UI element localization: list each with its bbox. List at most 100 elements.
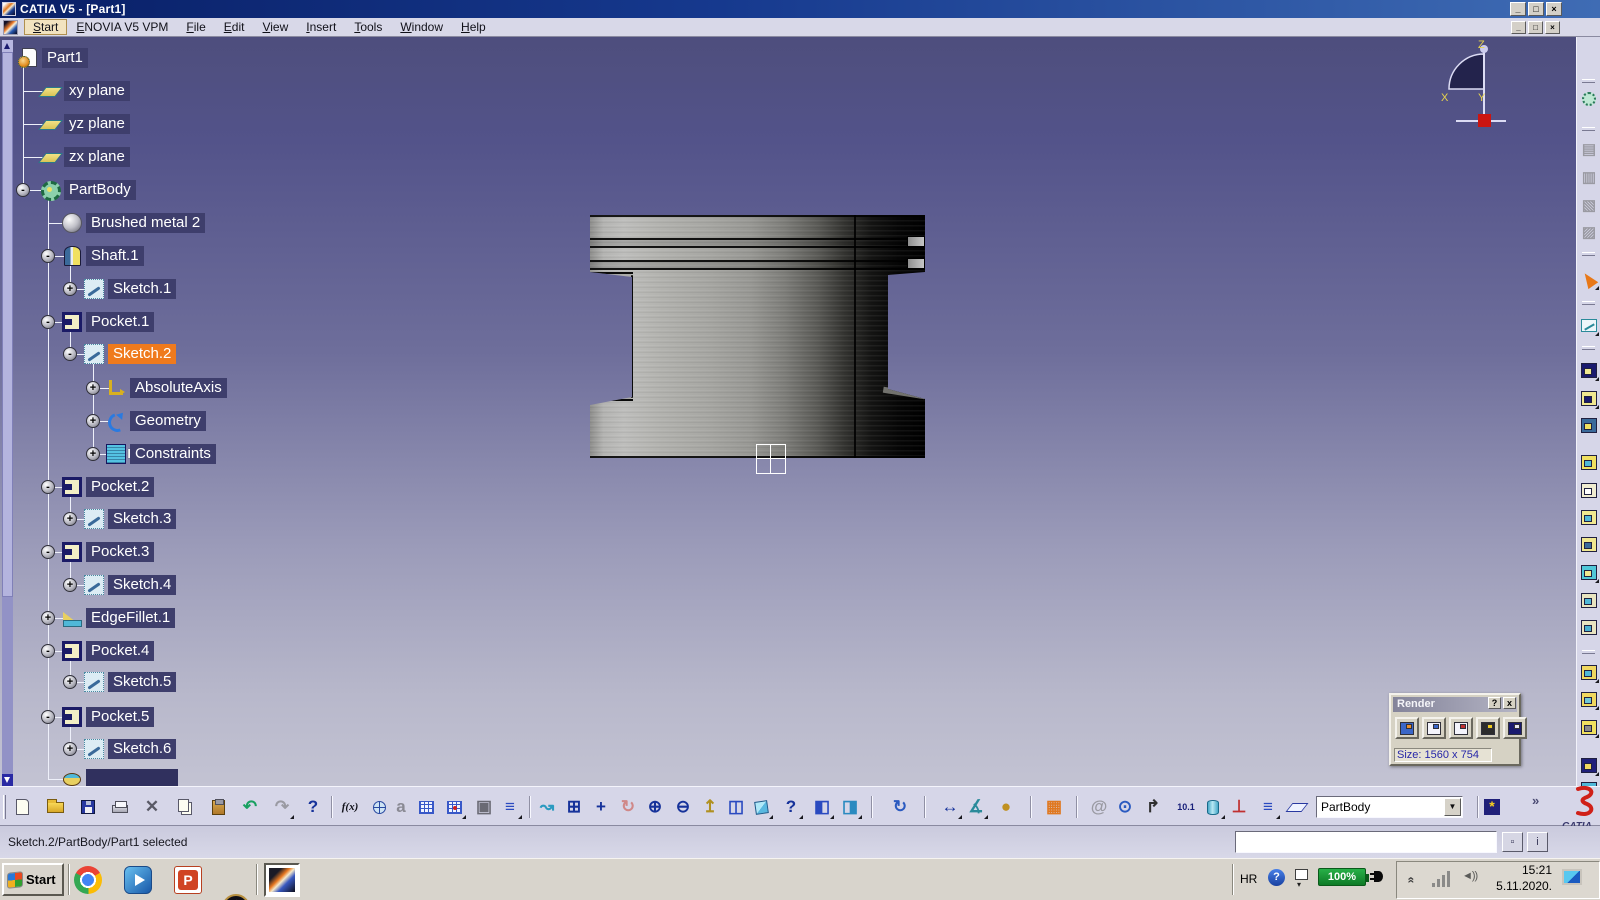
sections-icon[interactable]: ≡ <box>1255 794 1281 820</box>
menu-view[interactable]: View <box>253 19 297 35</box>
iso-view-icon[interactable] <box>748 794 774 820</box>
chamfer-icon[interactable] <box>1578 687 1600 711</box>
tree-item-label[interactable] <box>86 769 178 786</box>
shell-icon[interactable] <box>1578 560 1600 584</box>
tree-item-label[interactable]: Pocket.3 <box>86 542 154 562</box>
minimize-button[interactable]: _ <box>1510 2 1526 16</box>
pocket-icon[interactable] <box>1578 386 1600 410</box>
tree-item-label[interactable]: Brushed metal 2 <box>86 213 205 233</box>
look-at-icon[interactable]: ? <box>778 794 804 820</box>
zoom-in-icon[interactable]: ⊕ <box>642 794 668 820</box>
quicklaunch-powerpoint-icon[interactable]: P <box>174 866 202 894</box>
select-arrow-icon[interactable] <box>1578 267 1600 291</box>
pocket-icon[interactable] <box>62 312 82 332</box>
cylinder-icon[interactable] <box>1200 794 1226 820</box>
shaft-icon[interactable] <box>62 246 82 266</box>
child-minimize-button[interactable]: _ <box>1511 21 1526 34</box>
piston-model[interactable] <box>590 215 925 458</box>
view-compass[interactable]: Z X Y <box>1438 39 1508 131</box>
menu-start[interactable]: Start <box>24 19 67 35</box>
toolbar-drag-handle[interactable] <box>1582 79 1595 83</box>
close-button[interactable]: × <box>1546 2 1562 16</box>
compass-origin[interactable] <box>1478 114 1491 127</box>
multi-view-icon[interactable]: ◫ <box>723 794 749 820</box>
paste-special-2-icon[interactable]: ▥ <box>1578 165 1600 189</box>
axis-icon[interactable] <box>106 380 126 400</box>
toolbar-drag-handle[interactable] <box>1582 301 1595 305</box>
sketch-icon[interactable] <box>84 279 104 299</box>
window-tray-icon[interactable] <box>1295 869 1308 880</box>
sketcher-icon[interactable] <box>1578 313 1600 337</box>
sketch-icon[interactable] <box>84 739 104 759</box>
toolbar-drag-handle[interactable] <box>1582 650 1595 654</box>
open-icon[interactable] <box>42 794 68 820</box>
menu-enovia-v5-vpm[interactable]: ENOVIA V5 VPM <box>67 19 177 35</box>
groove-icon[interactable] <box>62 769 82 786</box>
expand-icon[interactable]: + <box>63 742 77 756</box>
analysis-clock-icon[interactable]: ⊙ <box>1112 794 1138 820</box>
paste-special-1-icon[interactable]: ▤ <box>1578 137 1600 161</box>
cut-icon[interactable]: ✕ <box>139 794 165 820</box>
flyout-arrow-icon[interactable] <box>1595 579 1599 583</box>
fillet-icon[interactable] <box>62 608 82 628</box>
tree-item-label[interactable]: Sketch.3 <box>108 509 176 529</box>
document-icon[interactable] <box>3 20 18 35</box>
collapse-icon[interactable]: - <box>63 347 77 361</box>
expand-icon[interactable]: + <box>86 381 100 395</box>
expand-icon[interactable]: + <box>63 512 77 526</box>
collapse-icon[interactable]: - <box>41 249 55 263</box>
plane-icon[interactable] <box>40 85 60 105</box>
expand-icon[interactable]: + <box>63 282 77 296</box>
collapse-icon[interactable]: - <box>16 183 30 197</box>
flyout-arrow-icon[interactable] <box>1595 706 1599 710</box>
pocket-icon[interactable] <box>62 707 82 727</box>
tree-item-label[interactable]: Pocket.1 <box>86 312 154 332</box>
tree-item-label[interactable]: EdgeFillet.1 <box>86 608 175 628</box>
pan-icon[interactable]: + <box>588 794 614 820</box>
tree-item-label[interactable]: Pocket.5 <box>86 707 154 727</box>
partbody-icon[interactable] <box>40 180 60 200</box>
pocket-icon[interactable] <box>62 477 82 497</box>
groove-icon[interactable] <box>1578 450 1600 474</box>
geometry-icon[interactable] <box>106 411 126 431</box>
tree-item-label[interactable]: Pocket.2 <box>86 477 154 497</box>
flyout-arrow-icon[interactable] <box>984 815 988 819</box>
render-scene-button[interactable] <box>1395 717 1419 739</box>
render-close-button[interactable]: x <box>1503 697 1516 709</box>
collapse-icon[interactable]: - <box>41 545 55 559</box>
flyout-arrow-icon[interactable] <box>518 815 522 819</box>
tree-item-label[interactable]: Shaft.1 <box>86 246 144 266</box>
fly-mode-icon[interactable]: ↝ <box>534 794 560 820</box>
pocket-icon[interactable] <box>62 542 82 562</box>
wireframe-icon[interactable]: ◨ <box>837 794 863 820</box>
quicklaunch-chrome-icon[interactable] <box>74 866 102 894</box>
grid-icon[interactable] <box>413 794 439 820</box>
flyout-arrow-icon[interactable] <box>1595 332 1599 336</box>
expand-icon[interactable]: + <box>86 447 100 461</box>
flyout-arrow-icon[interactable] <box>1595 734 1599 738</box>
maximize-button[interactable]: □ <box>1528 2 1544 16</box>
rotate-icon[interactable]: ↻ <box>615 794 641 820</box>
measure-icon[interactable]: ↔ <box>937 794 963 820</box>
tree-item-label[interactable]: Sketch.5 <box>108 672 176 692</box>
flyout-arrow-icon[interactable] <box>769 815 773 819</box>
render-help-button[interactable]: ? <box>1488 697 1501 709</box>
quicklaunch-media-player-icon[interactable] <box>124 866 152 894</box>
flyout-arrow-icon[interactable] <box>858 815 862 819</box>
quicklaunch-league-of-legends-icon[interactable] <box>222 894 250 900</box>
menu-file[interactable]: File <box>177 19 214 35</box>
plane-icon[interactable] <box>40 151 60 171</box>
save-icon[interactable] <box>75 794 101 820</box>
flyout-arrow-icon[interactable] <box>1595 377 1599 381</box>
tree-item-label[interactable]: yz plane <box>64 114 130 134</box>
tools-gear-icon[interactable] <box>1578 87 1600 111</box>
menu-window[interactable]: Window <box>391 19 452 35</box>
sketch-icon[interactable] <box>84 575 104 595</box>
child-restore-button[interactable]: □ <box>1528 21 1543 34</box>
paste-special-4-icon[interactable]: ▨ <box>1578 220 1600 244</box>
flyout-arrow-icon[interactable] <box>1595 772 1599 776</box>
undo-icon[interactable]: ↶ <box>237 794 263 820</box>
display-tray-icon[interactable] <box>1562 869 1582 885</box>
flyout-arrow-icon[interactable] <box>1595 286 1599 290</box>
redo-icon[interactable]: ↷ <box>269 794 295 820</box>
